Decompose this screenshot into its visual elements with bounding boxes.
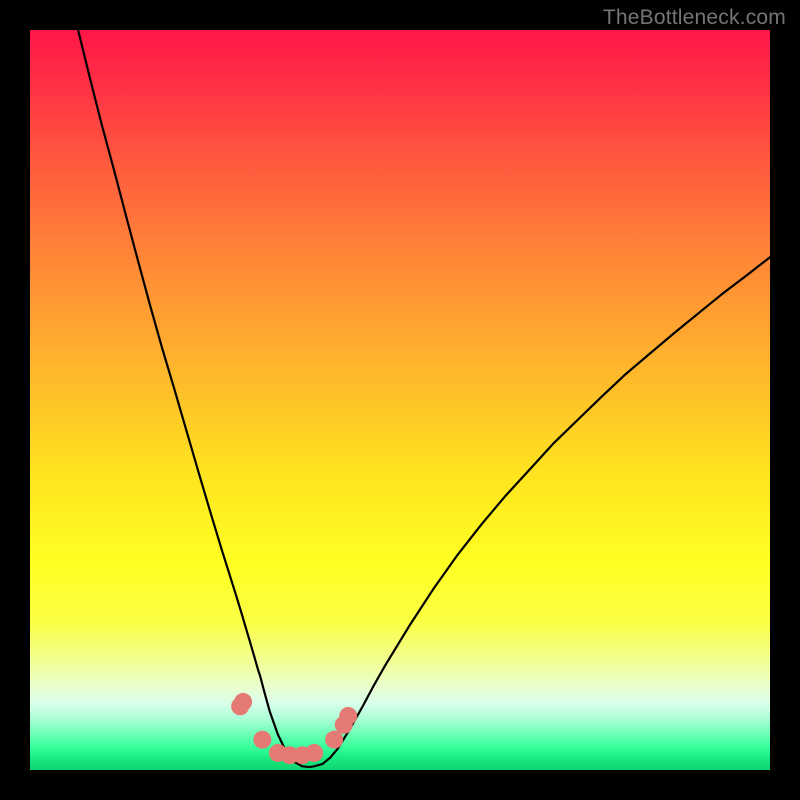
curve-marker [234, 693, 252, 711]
watermark-text: TheBottleneck.com [603, 6, 786, 30]
curve-marker [325, 731, 343, 749]
bottleneck-curve [78, 30, 770, 767]
curve-marker [305, 744, 323, 762]
plot-area [30, 30, 770, 770]
chart-frame: TheBottleneck.com [0, 0, 800, 800]
marker-group [231, 693, 357, 764]
curve-layer [30, 30, 770, 770]
curve-marker [253, 731, 271, 749]
curve-marker [339, 707, 357, 725]
